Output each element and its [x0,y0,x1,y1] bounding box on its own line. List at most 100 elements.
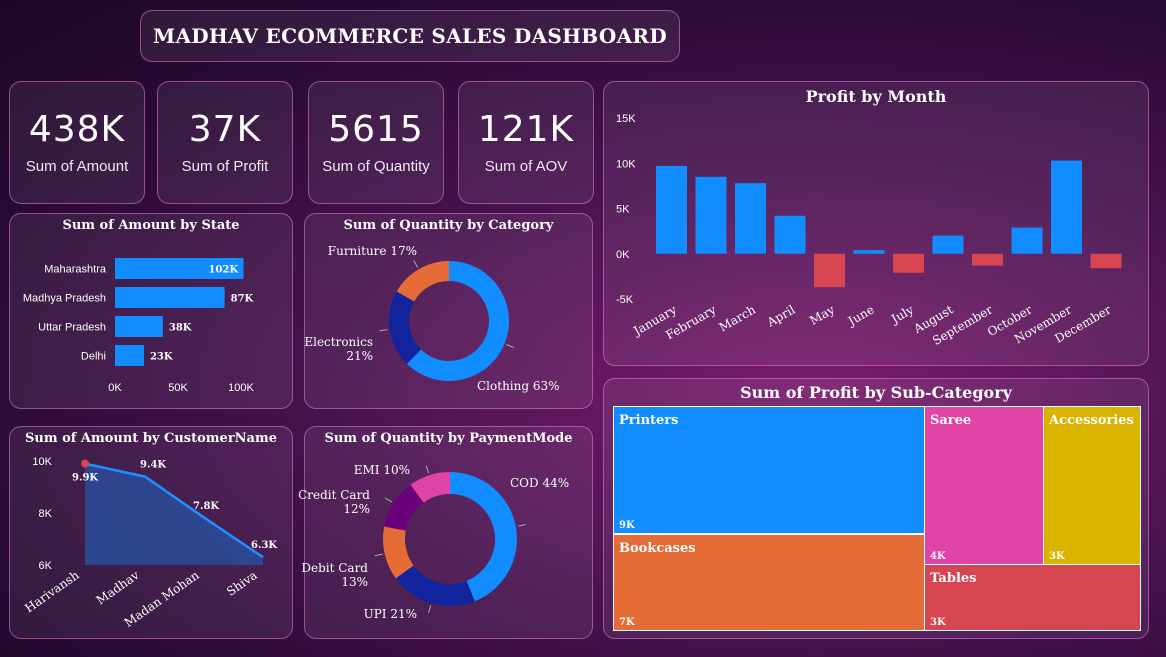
dashboard-title-box: MADHAV ECOMMERCE SALES DASHBOARD [140,10,680,62]
payment-slice-label: EMI 10% [354,463,410,477]
category-slice-label: Furniture 17% [328,244,417,258]
month-bar[interactable] [735,183,766,254]
payment-leader-line [374,553,383,557]
payment-slice-pct: 13% [341,575,368,589]
treemap-tile-tables[interactable]: Tables 3K [924,564,1141,631]
category-leader-line [379,329,388,332]
month-bar[interactable] [1011,227,1043,254]
state-data-label: 23K [150,352,173,363]
payment-slice-label: UPI 21% [364,607,417,621]
payment-leader-line [428,605,432,614]
customer-y-tick: 8K [39,508,53,520]
category-leader-line [506,344,514,348]
customer-data-label: 7.8K [193,501,219,512]
kpi-label-aov: Sum of AOV [484,158,568,175]
treemap-tile-label: Printers [619,413,679,428]
state-bar[interactable] [115,316,163,337]
month-bar[interactable] [1051,160,1082,254]
customer-data-label: 6.3K [251,540,277,551]
treemap-tile-label: Accessories [1049,413,1134,428]
payment-chart-panel[interactable]: Sum of Quantity by PaymentMode COD 44% UP… [298,426,594,640]
customer-area-chart[interactable]: 6K8K10K9.9K9.4K7.8K6.3KHarivansh MadhavMa… [10,427,294,640]
month-bar[interactable] [814,253,845,288]
payment-leader-line [384,497,393,503]
kpi-value-profit: 37K [188,109,262,150]
payment-slice-label: Debit Card [301,561,368,575]
payment-slice-label: COD 44% [510,476,569,490]
subcat-chart-title: Sum of Profit by Sub-Category [740,383,1012,402]
month-bar[interactable] [1090,253,1122,269]
month-x-tick: May [807,302,837,327]
state-x-tick: 100K [228,382,254,394]
month-x-tick: June [844,302,876,329]
month-bar[interactable] [932,235,964,254]
subcat-chart-panel[interactable]: Sum of Profit by Sub-Category Printers 9… [603,378,1149,639]
category-slice-pct: 21% [346,349,373,363]
state-category-label: Uttar Pradesh [38,322,106,334]
state-category-label: Delhi [81,351,106,363]
payment-slice-label: Credit Card [298,488,370,502]
customer-chart-panel[interactable]: Sum of Amount by CustomerName 6K 8K 10K 9.9… [9,426,293,639]
state-data-label: 102K [209,265,239,276]
treemap-tile-saree[interactable]: Saree 4K [924,406,1044,565]
customer-x-tick: Harivansh [22,568,82,616]
kpi-label-profit: Sum of Profit [181,158,269,175]
treemap-tile-label: Tables [930,571,977,586]
state-x-tick: 50K [168,382,188,394]
dashboard-title: MADHAV ECOMMERCE SALES DASHBOARD [153,24,667,48]
state-data-label: 87K [231,294,254,305]
customer-area-fill [85,463,263,565]
state-category-label: Madhya Pradesh [23,293,106,305]
month-bar[interactable] [972,253,1003,266]
kpi-card-profit[interactable]: 37K Sum of Profit [157,81,293,204]
category-slice-furniture[interactable] [396,261,449,302]
category-slice-electronics[interactable] [389,291,421,364]
treemap-tile-accessories[interactable]: Accessories 3K [1043,406,1141,565]
payment-leader-line [517,524,526,527]
kpi-label-amount: Sum of Amount [25,158,129,175]
kpi-card-quantity[interactable]: 5615 Sum of Quantity [308,81,444,204]
month-y-tick: 15K [616,113,636,125]
category-slice-label: Clothing 63% [477,379,560,393]
customer-highlight-point [81,459,89,468]
month-x-tick: March [717,302,759,334]
state-bar[interactable] [115,287,225,308]
treemap-tile-label: Saree [930,413,972,428]
state-chart-panel[interactable]: Sum of Amount by State Maharashtra 102K Ma… [9,213,293,409]
treemap-tile-bookcases[interactable]: Bookcases 7K [613,534,925,631]
payment-donut-chart[interactable]: COD 44% UPI 21% Debit Card13% Credit Card12… [298,427,594,640]
treemap-tile-value: 3K [1049,551,1065,562]
category-slice-label: Electronics [304,335,373,349]
month-bar[interactable] [893,253,924,273]
category-chart-panel[interactable]: Sum of Quantity by Category Clothing 63%… [304,213,593,409]
payment-slice-upi[interactable] [395,565,475,606]
treemap-tile-value: 4K [930,551,946,562]
customer-x-tick: Shiva [224,568,260,599]
customer-x-tick: Madhav [94,568,142,608]
customer-y-tick: 10K [32,456,52,468]
state-data-label: 38K [169,323,192,334]
payment-slice-cod[interactable] [450,472,517,602]
state-bar-chart[interactable]: Maharashtra 102K Madhya Pradesh 87K Uttar Pr… [10,214,294,410]
treemap-tile-value: 3K [930,617,946,628]
kpi-value-amount: 438K [28,109,126,150]
payment-leader-line [425,465,430,474]
treemap-tile-label: Bookcases [619,541,696,556]
treemap-tile-printers[interactable]: Printers 9K [613,406,925,534]
treemap-tile-value: 7K [619,617,635,628]
month-bar[interactable] [853,250,885,254]
month-chart-panel[interactable]: Profit by Month -5K 0K 5K 10K 15K January Febr… [603,81,1149,366]
state-bar[interactable] [115,345,144,366]
customer-data-label: 9.9K [72,473,98,484]
category-donut-chart[interactable]: Clothing 63% Electronics21% Furniture 17% [304,214,594,410]
kpi-card-amount[interactable]: 438K Sum of Amount [9,81,145,204]
kpi-label-quantity: Sum of Quantity [322,158,430,175]
month-bar[interactable] [656,165,687,254]
state-x-tick: 0K [108,382,122,394]
month-bar[interactable] [695,176,727,254]
month-bar[interactable] [774,215,806,254]
month-y-tick: -5K [616,294,634,306]
month-bar-chart[interactable]: -5K0K5K10K15KJanuaryFebruaryMarch April Ma… [604,82,1150,367]
kpi-card-aov[interactable]: 121K Sum of AOV [458,81,594,204]
category-leader-line [413,260,419,268]
